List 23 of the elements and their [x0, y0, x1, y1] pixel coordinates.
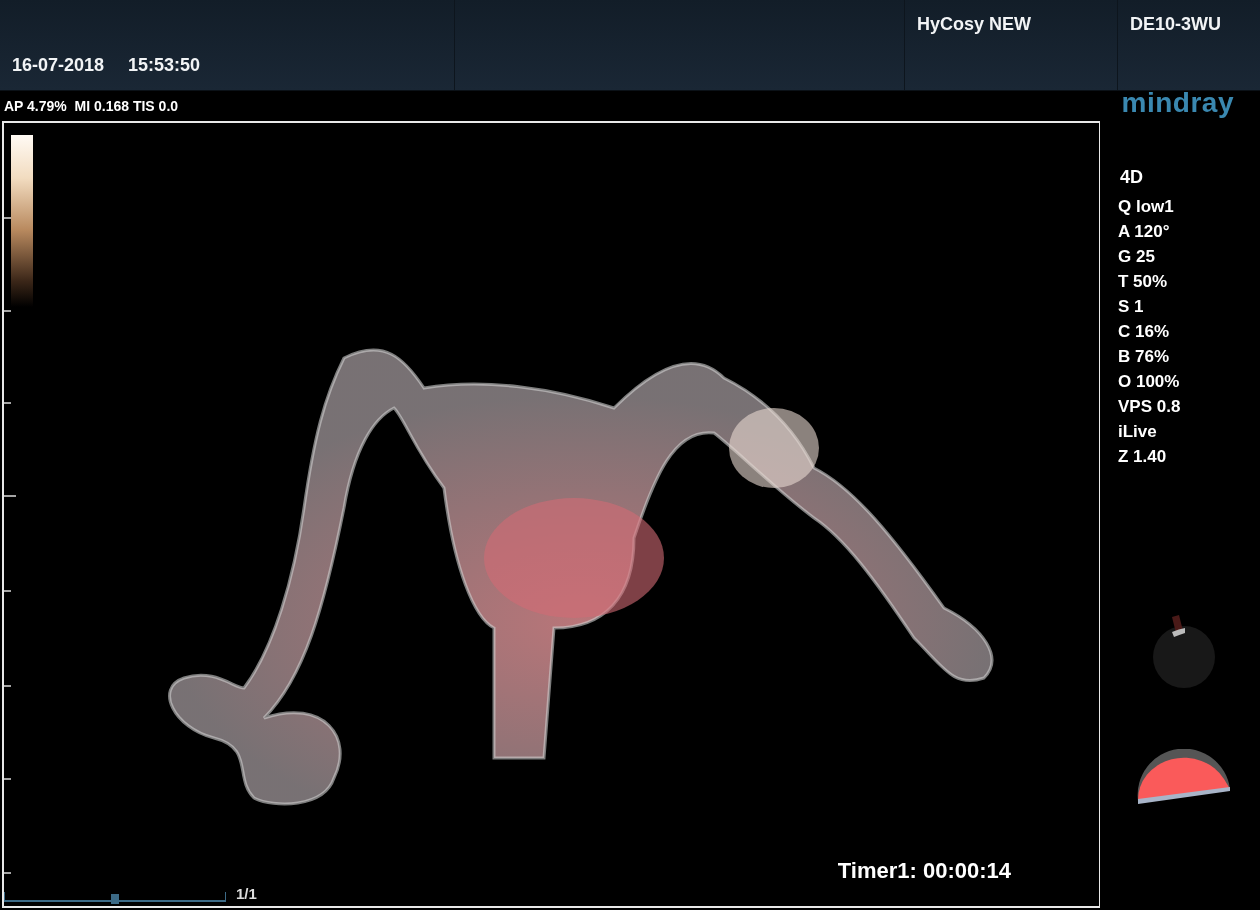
- acoustic-output-text: AP 4.79% MI 0.168 TIS 0.0: [4, 98, 179, 114]
- cine-slider[interactable]: [4, 892, 226, 902]
- parameter-text: G 25: [1118, 246, 1156, 268]
- parameter-text: S 1: [1118, 296, 1145, 318]
- cine-slider-thumb[interactable]: [111, 894, 119, 904]
- parameter-text: Q low1: [1118, 196, 1175, 218]
- probe-name: DE10-3WU: [1130, 14, 1222, 35]
- parameter-text: B 76%: [1118, 346, 1171, 368]
- parameter-text: O 100%: [1118, 371, 1181, 393]
- date-text: 16-07-2018: [12, 55, 105, 76]
- mode-label: 4D: [1120, 167, 1144, 188]
- frame-counter: 1/1: [236, 885, 257, 902]
- parameter-text: Z 1.40: [1118, 446, 1168, 468]
- time-text: 15:53:50: [128, 55, 201, 76]
- volume-orientation-icon: [1136, 749, 1232, 805]
- parameter-text: T 50%: [1118, 271, 1169, 293]
- parameter-text: iLive: [1118, 421, 1158, 443]
- parameter-text: C 16%: [1118, 321, 1171, 343]
- parameter-text: VPS 0.8: [1118, 396, 1182, 418]
- timer-text: Timer1: 00:00:14: [837, 858, 1011, 884]
- exam-name: HyCosy NEW: [917, 14, 1032, 35]
- parameter-text: A 120°: [1118, 221, 1171, 243]
- brand-logo: mindray: [1121, 87, 1234, 119]
